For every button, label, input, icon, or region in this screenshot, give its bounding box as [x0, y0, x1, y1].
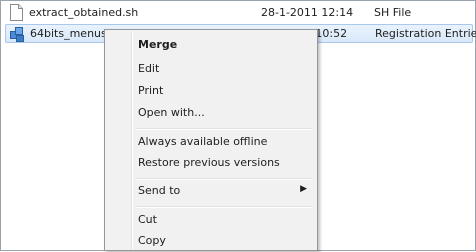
menu-item-edit[interactable]: Edit [107, 59, 315, 80]
file-type: Registration Entries [375, 27, 476, 40]
file-name: extract_obtained.sh [29, 6, 139, 19]
file-date: 28-1-2011 12:14 [261, 6, 354, 19]
menu-item-merge[interactable]: Merge [107, 35, 315, 56]
menu-separator [135, 128, 313, 130]
menu-separator [135, 178, 313, 180]
file-type: SH File [374, 6, 412, 19]
generic-file-icon [9, 4, 24, 21]
registry-file-icon [10, 26, 25, 43]
context-menu: Merge Edit Print Open with... Always ava… [104, 29, 318, 251]
file-row-extract-obtained[interactable]: extract_obtained.sh 28-1-2011 12:14 SH F… [5, 3, 473, 23]
menu-item-print[interactable]: Print [107, 81, 315, 102]
menu-item-open-with[interactable]: Open with... [107, 103, 315, 124]
submenu-arrow-icon: ▶ [300, 184, 307, 194]
menu-item-copy[interactable]: Copy [107, 231, 315, 252]
menu-separator [135, 206, 313, 208]
menu-item-always-available-offline[interactable]: Always available offline [107, 132, 315, 153]
menu-item-restore-previous-versions[interactable]: Restore previous versions [107, 153, 315, 174]
menu-item-send-to[interactable]: Send to ▶ [107, 181, 315, 202]
menu-item-cut[interactable]: Cut [107, 210, 315, 231]
